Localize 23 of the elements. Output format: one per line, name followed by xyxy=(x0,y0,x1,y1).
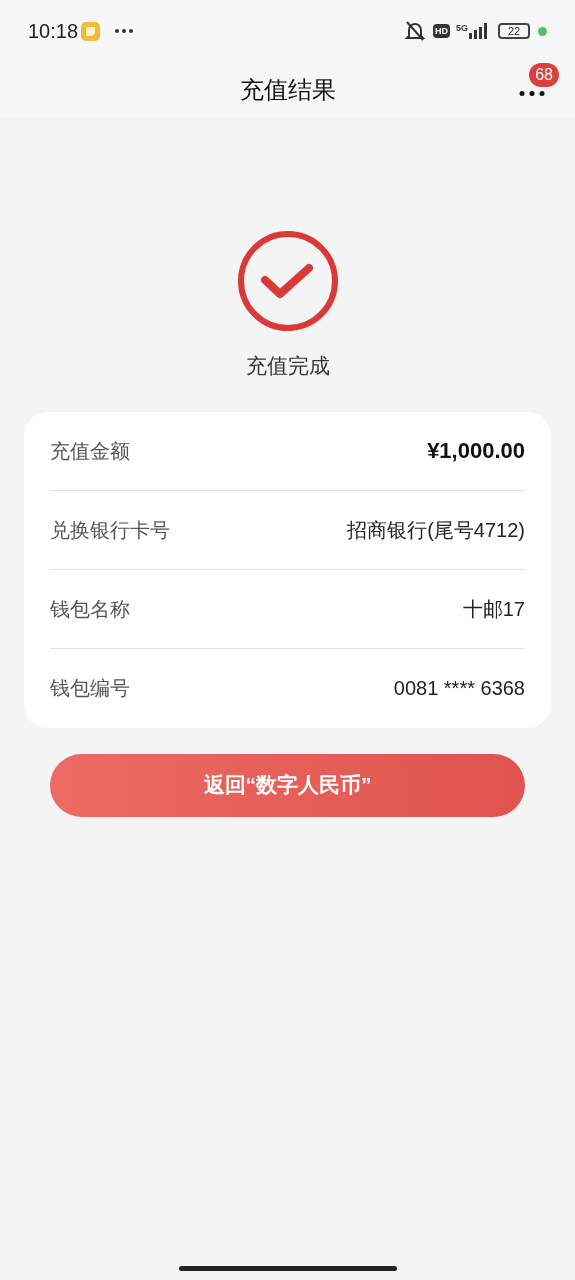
notes-app-icon xyxy=(81,21,101,41)
hd-badge: HD xyxy=(433,24,450,38)
detail-value: 招商银行(尾号4712) xyxy=(347,517,525,543)
detail-value: 十邮17 xyxy=(462,596,525,622)
battery-icon: 22 xyxy=(498,23,530,39)
more-icon xyxy=(519,91,545,96)
success-check-icon xyxy=(236,230,339,332)
detail-value: ¥1,000.00 xyxy=(427,437,525,465)
network-label: 5G xyxy=(456,22,468,35)
notification-badge: 68 xyxy=(529,63,559,87)
result-status: 充值完成 xyxy=(245,353,330,379)
detail-label: 钱包名称 xyxy=(50,596,130,622)
dot-icon xyxy=(538,26,547,36)
return-button[interactable]: 返回“数字人民币” xyxy=(50,753,525,817)
more-icon xyxy=(114,28,135,34)
detail-label: 钱包编号 xyxy=(50,676,130,701)
page-title: 充值结果 xyxy=(239,75,336,105)
status-time: 10:18 xyxy=(28,19,79,44)
detail-value: 0081 **** 6368 xyxy=(393,676,525,701)
signal-icon xyxy=(468,23,490,39)
muted-bell-icon xyxy=(403,20,427,42)
detail-label: 充值金额 xyxy=(50,438,130,464)
detail-label: 兑换银行卡号 xyxy=(50,517,170,543)
